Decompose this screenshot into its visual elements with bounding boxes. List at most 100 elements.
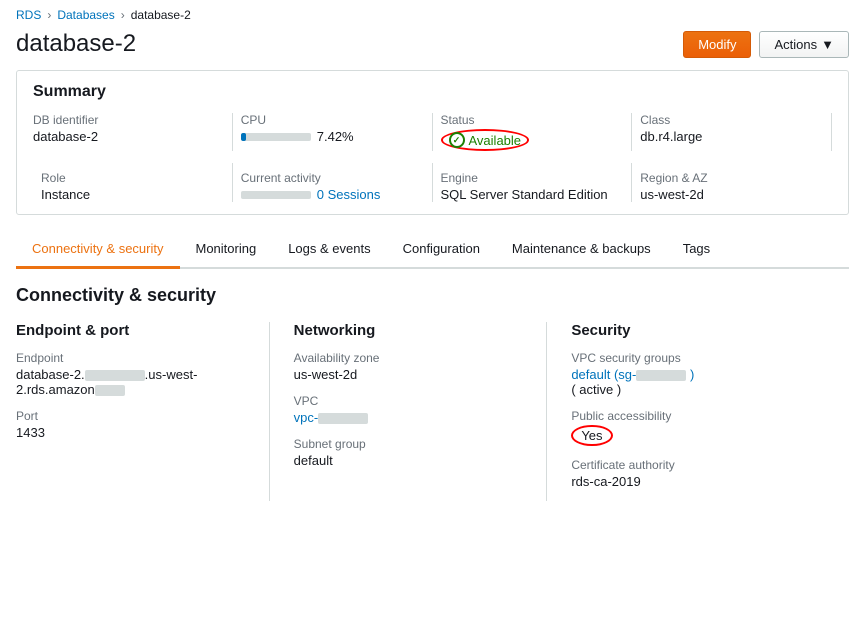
tab-configuration[interactable]: Configuration bbox=[387, 231, 496, 269]
status-available-badge: Available bbox=[441, 129, 530, 151]
subnet-label: Subnet group bbox=[294, 437, 523, 451]
port-field: Port 1433 bbox=[16, 409, 245, 440]
endpoint-value: database-2..us-west-2.rds.amazon bbox=[16, 367, 245, 397]
networking-title: Networking bbox=[294, 322, 523, 339]
cert-field: Certificate authority rds-ca-2019 bbox=[571, 458, 825, 489]
vpc-sg-field: VPC security groups default (sg- ) ( act… bbox=[571, 351, 825, 397]
sessions-link[interactable]: 0 Sessions bbox=[317, 187, 381, 202]
summary-cell-activity: Current activity 0 Sessions bbox=[233, 163, 433, 202]
summary-grid: DB identifier database-2 CPU 7.42% Statu… bbox=[33, 113, 832, 202]
breadcrumb-databases[interactable]: Databases bbox=[57, 8, 114, 22]
status-text: Available bbox=[469, 133, 522, 148]
breadcrumb-rds[interactable]: RDS bbox=[16, 8, 41, 22]
public-accessibility-label: Public accessibility bbox=[571, 409, 825, 423]
status-value: Available bbox=[441, 129, 624, 151]
summary-section: Summary DB identifier database-2 CPU 7.4… bbox=[16, 70, 849, 215]
public-accessibility-field: Public accessibility Yes bbox=[571, 409, 825, 446]
actions-button[interactable]: Actions ▼ bbox=[759, 31, 849, 58]
actions-label: Actions bbox=[774, 37, 817, 52]
cpu-label: CPU bbox=[241, 113, 424, 127]
az-field: Availability zone us-west-2d bbox=[294, 351, 523, 382]
class-label: Class bbox=[640, 113, 823, 127]
port-value: 1433 bbox=[16, 425, 245, 440]
tab-connectivity-security[interactable]: Connectivity & security bbox=[16, 231, 180, 269]
class-value: db.r4.large bbox=[640, 129, 823, 144]
port-label: Port bbox=[16, 409, 245, 423]
vpc-sg-value: default (sg- ) ( active ) bbox=[571, 367, 825, 397]
region-label: Region & AZ bbox=[640, 171, 824, 185]
subnet-field: Subnet group default bbox=[294, 437, 523, 468]
vpc-field: VPC vpc- bbox=[294, 394, 523, 425]
endpoint-label: Endpoint bbox=[16, 351, 245, 365]
security-col: Security VPC security groups default (sg… bbox=[571, 322, 849, 501]
endpoint-redacted2 bbox=[95, 385, 125, 396]
vpc-link[interactable]: vpc- bbox=[294, 410, 369, 425]
networking-col: Networking Availability zone us-west-2d … bbox=[294, 322, 548, 501]
vpc-sg-link[interactable]: default (sg- ) bbox=[571, 367, 694, 382]
vpc-sg-prefix: default (sg- bbox=[571, 367, 636, 382]
breadcrumb-sep-1: › bbox=[47, 8, 51, 22]
tab-tags[interactable]: Tags bbox=[667, 231, 726, 269]
vpc-label: VPC bbox=[294, 394, 523, 408]
summary-cell-status: Status Available bbox=[433, 113, 633, 151]
tab-monitoring[interactable]: Monitoring bbox=[180, 231, 273, 269]
cpu-value: 7.42% bbox=[241, 129, 424, 144]
summary-cell-region: Region & AZ us-west-2d bbox=[632, 163, 832, 202]
db-identifier-label: DB identifier bbox=[33, 113, 224, 127]
chevron-down-icon: ▼ bbox=[821, 37, 834, 52]
cert-value: rds-ca-2019 bbox=[571, 474, 825, 489]
role-label: Role bbox=[41, 171, 224, 185]
security-title: Security bbox=[571, 322, 825, 339]
summary-title: Summary bbox=[33, 83, 832, 101]
cpu-percent: 7.42% bbox=[317, 129, 354, 144]
summary-cell-role: Role Instance bbox=[33, 163, 233, 202]
endpoint-field: Endpoint database-2..us-west-2.rds.amazo… bbox=[16, 351, 245, 397]
vpc-prefix: vpc- bbox=[294, 410, 319, 425]
endpoint-prefix: database-2. bbox=[16, 367, 85, 382]
page-header: database-2 Modify Actions ▼ bbox=[0, 26, 865, 70]
subnet-value: default bbox=[294, 453, 523, 468]
cpu-bar-fill bbox=[241, 133, 246, 141]
az-value: us-west-2d bbox=[294, 367, 523, 382]
tab-logs-events[interactable]: Logs & events bbox=[272, 231, 386, 269]
summary-cell-cpu: CPU 7.42% bbox=[233, 113, 433, 151]
page-title: database-2 bbox=[16, 30, 136, 58]
header-actions: Modify Actions ▼ bbox=[683, 31, 849, 58]
endpoint-redacted bbox=[85, 370, 145, 381]
breadcrumb-current: database-2 bbox=[131, 8, 191, 22]
content-title: Connectivity & security bbox=[16, 285, 849, 306]
status-label: Status bbox=[441, 113, 624, 127]
role-value: Instance bbox=[41, 187, 224, 202]
vpc-sg-status: ( active ) bbox=[571, 382, 621, 397]
db-identifier-value: database-2 bbox=[33, 129, 224, 144]
cpu-bar-track bbox=[241, 133, 311, 141]
endpoint-port-col: Endpoint & port Endpoint database-2..us-… bbox=[16, 322, 270, 501]
public-accessibility-value: Yes bbox=[571, 425, 825, 446]
yes-badge: Yes bbox=[571, 425, 612, 446]
summary-cell-engine: Engine SQL Server Standard Edition bbox=[433, 163, 633, 202]
sg-redacted bbox=[636, 370, 686, 381]
vpc-sg-label: VPC security groups bbox=[571, 351, 825, 365]
connectivity-grid: Endpoint & port Endpoint database-2..us-… bbox=[16, 322, 849, 501]
tab-maintenance-backups[interactable]: Maintenance & backups bbox=[496, 231, 667, 269]
breadcrumb-sep-2: › bbox=[121, 8, 125, 22]
endpoint-port-title: Endpoint & port bbox=[16, 322, 245, 339]
summary-cell-db-id: DB identifier database-2 bbox=[33, 113, 233, 151]
vpc-redacted bbox=[318, 413, 368, 424]
vpc-sg-suffix: ) bbox=[686, 367, 694, 382]
vpc-value: vpc- bbox=[294, 410, 523, 425]
tab-bar: Connectivity & security Monitoring Logs … bbox=[16, 231, 849, 269]
region-value: us-west-2d bbox=[640, 187, 824, 202]
engine-label: Engine bbox=[441, 171, 624, 185]
activity-value: 0 Sessions bbox=[241, 187, 424, 202]
activity-label: Current activity bbox=[241, 171, 424, 185]
status-circle-icon bbox=[449, 132, 465, 148]
summary-cell-class: Class db.r4.large bbox=[632, 113, 832, 151]
engine-value: SQL Server Standard Edition bbox=[441, 187, 624, 202]
sessions-bar-track bbox=[241, 191, 311, 199]
cert-label: Certificate authority bbox=[571, 458, 825, 472]
content-section: Connectivity & security Endpoint & port … bbox=[0, 269, 865, 517]
az-label: Availability zone bbox=[294, 351, 523, 365]
modify-button[interactable]: Modify bbox=[683, 31, 751, 58]
breadcrumb: RDS › Databases › database-2 bbox=[0, 0, 865, 26]
